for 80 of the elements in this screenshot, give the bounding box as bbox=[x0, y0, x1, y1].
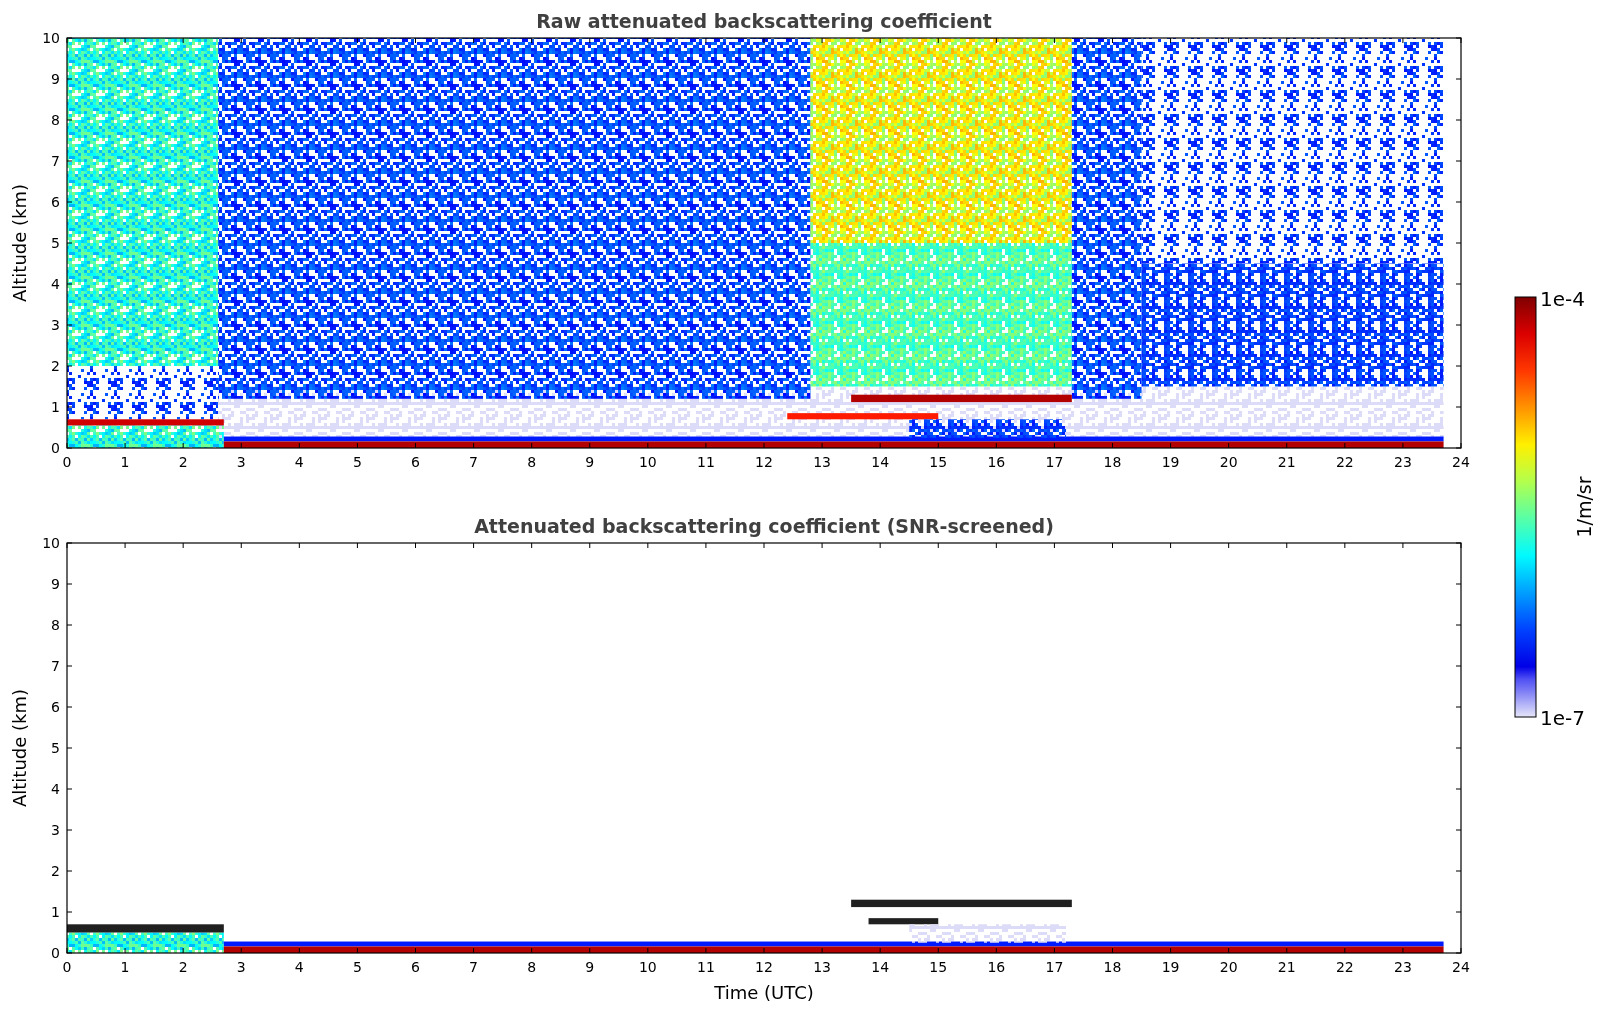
x-tick-label: 2 bbox=[178, 959, 188, 975]
y-tick-label: 2 bbox=[51, 358, 60, 374]
y-tick-label: 6 bbox=[51, 699, 60, 715]
y-tick-label: 6 bbox=[51, 194, 60, 210]
x-tick-label: 7 bbox=[469, 959, 479, 975]
x-tick-label: 12 bbox=[755, 454, 773, 470]
x-tick-label: 24 bbox=[1452, 454, 1470, 470]
x-tick-label: 22 bbox=[1335, 959, 1354, 975]
colorbar-max-label: 1e-4 bbox=[1540, 287, 1585, 311]
x-tick-label: 23 bbox=[1394, 454, 1412, 470]
x-tick-label: 1 bbox=[120, 454, 130, 470]
x-tick-label: 17 bbox=[1045, 454, 1064, 470]
y-tick-label: 9 bbox=[51, 71, 60, 87]
x-tick-label: 5 bbox=[352, 959, 362, 975]
x-tick-label: 9 bbox=[585, 454, 595, 470]
y-tick-label: 1 bbox=[51, 904, 60, 920]
x-tick-label: 11 bbox=[697, 959, 715, 975]
y-tick-label: 8 bbox=[51, 617, 60, 633]
x-tick-label: 16 bbox=[987, 959, 1006, 975]
x-tick-label: 13 bbox=[813, 959, 831, 975]
x-tick-label: 2 bbox=[178, 454, 188, 470]
x-tick-label: 21 bbox=[1277, 454, 1296, 470]
x-tick-label: 1 bbox=[120, 959, 130, 975]
y-tick-label: 4 bbox=[51, 276, 60, 292]
x-tick-label: 10 bbox=[638, 454, 657, 470]
x-tick-label: 6 bbox=[411, 959, 420, 975]
x-tick-label: 11 bbox=[697, 454, 715, 470]
x-tick-label: 6 bbox=[411, 454, 420, 470]
x-tick-label: 10 bbox=[638, 959, 657, 975]
colorbar-label: 1/m/sr bbox=[1573, 476, 1595, 538]
y-tick-label: 5 bbox=[51, 235, 60, 251]
y-axis-label: Altitude (km) bbox=[9, 688, 30, 808]
y-tick-label: 9 bbox=[51, 576, 60, 592]
x-tick-label: 9 bbox=[585, 959, 595, 975]
y-tick-label: 5 bbox=[51, 740, 60, 756]
x-tick-label: 20 bbox=[1219, 959, 1238, 975]
colorbar-min-label: 1e-7 bbox=[1540, 706, 1585, 730]
y-tick-label: 7 bbox=[51, 658, 60, 674]
x-tick-label: 0 bbox=[62, 959, 72, 975]
x-tick-label: 21 bbox=[1277, 959, 1296, 975]
y-tick-label: 2 bbox=[51, 863, 60, 879]
x-tick-label: 13 bbox=[813, 454, 831, 470]
x-tick-label: 19 bbox=[1161, 959, 1180, 975]
x-tick-label: 8 bbox=[527, 454, 537, 470]
y-tick-label: 3 bbox=[51, 822, 60, 838]
x-tick-label: 24 bbox=[1452, 959, 1470, 975]
x-tick-label: 23 bbox=[1394, 959, 1412, 975]
x-tick-label: 3 bbox=[236, 454, 246, 470]
plot-title: Raw attenuated backscattering coefficient bbox=[536, 10, 992, 32]
x-tick-label: 17 bbox=[1045, 959, 1064, 975]
x-tick-label: 0 bbox=[62, 454, 72, 470]
y-tick-label: 7 bbox=[51, 153, 60, 169]
y-tick-label: 1 bbox=[51, 399, 60, 415]
x-tick-label: 5 bbox=[352, 454, 362, 470]
x-tick-label: 8 bbox=[527, 959, 537, 975]
x-tick-label: 15 bbox=[929, 454, 948, 470]
y-tick-label: 3 bbox=[51, 317, 60, 333]
x-tick-label: 15 bbox=[929, 959, 948, 975]
x-tick-label: 14 bbox=[871, 959, 890, 975]
x-tick-label: 12 bbox=[755, 959, 773, 975]
x-tick-label: 22 bbox=[1335, 454, 1354, 470]
x-tick-label: 16 bbox=[987, 454, 1006, 470]
x-tick-label: 18 bbox=[1103, 959, 1122, 975]
x-tick-label: 19 bbox=[1161, 454, 1180, 470]
y-axis-label: Altitude (km) bbox=[9, 183, 30, 303]
y-tick-label: 0 bbox=[51, 945, 60, 961]
x-tick-label: 20 bbox=[1219, 454, 1238, 470]
x-tick-label: 3 bbox=[236, 959, 246, 975]
x-tick-label: 4 bbox=[294, 454, 304, 470]
x-tick-label: 14 bbox=[871, 454, 890, 470]
y-tick-label: 0 bbox=[51, 440, 60, 456]
plot-title: Attenuated backscattering coefficient (SNR-screened) bbox=[474, 515, 1054, 537]
x-tick-label: 4 bbox=[294, 959, 304, 975]
x-tick-label: 18 bbox=[1103, 454, 1122, 470]
x-axis-label: Time (UTC) bbox=[714, 982, 814, 1003]
y-tick-label: 10 bbox=[42, 30, 60, 46]
y-tick-label: 10 bbox=[42, 535, 60, 551]
x-tick-label: 7 bbox=[469, 454, 479, 470]
y-tick-label: 4 bbox=[51, 781, 60, 797]
y-tick-label: 8 bbox=[51, 112, 60, 128]
